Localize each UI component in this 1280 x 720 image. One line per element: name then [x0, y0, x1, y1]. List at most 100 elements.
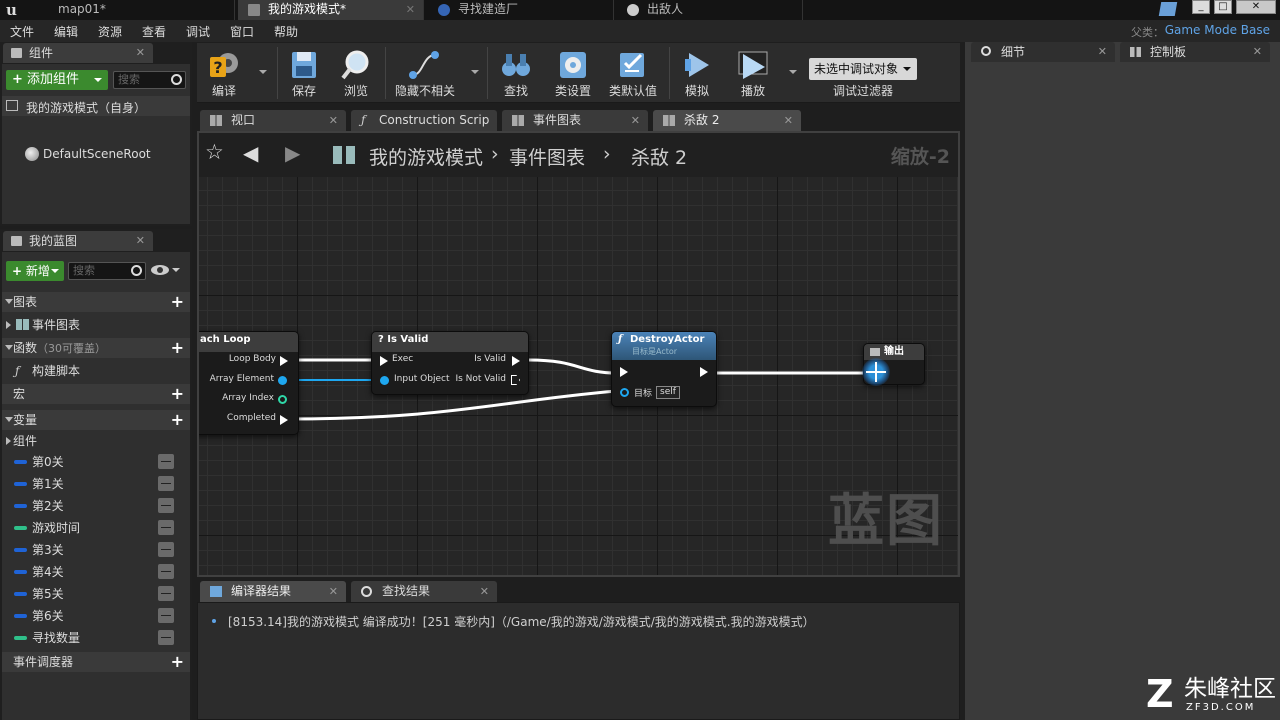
variable-visibility-eye-icon[interactable]	[158, 586, 174, 601]
variable-visibility-eye-icon[interactable]	[158, 630, 174, 645]
section-variables[interactable]: 变量 +	[2, 410, 190, 430]
view-options-eye-icon[interactable]	[151, 265, 169, 275]
pin-input-object[interactable]	[380, 376, 389, 385]
breadcrumb-root[interactable]: 我的游戏模式	[369, 143, 483, 170]
tab-palette[interactable]: 控制板 ✕	[1120, 42, 1270, 62]
pin-is-valid[interactable]	[512, 356, 520, 366]
pin-target[interactable]	[620, 388, 629, 397]
variable-item[interactable]: 第6关	[2, 606, 180, 626]
variable-item[interactable]: 游戏时间	[2, 518, 180, 538]
variable-item[interactable]: 第0关	[2, 452, 180, 472]
section-functions[interactable]: 函数（30可覆盖） +	[2, 338, 190, 358]
node-foreach-loop[interactable]: ach Loop Loop Body Array Element Array I…	[199, 331, 299, 435]
forward-arrow-icon[interactable]: ▶	[285, 141, 300, 165]
add-function-icon[interactable]: +	[171, 338, 184, 358]
debug-object-select[interactable]: 未选中调试对象	[809, 58, 917, 80]
section-event-dispatchers[interactable]: 事件调度器 +	[2, 652, 190, 672]
pin-exec-in[interactable]	[620, 367, 628, 377]
breadcrumb-event-graph[interactable]: 事件图表	[509, 143, 585, 170]
add-macro-icon[interactable]: +	[171, 384, 184, 404]
variable-item[interactable]: 第3关	[2, 540, 180, 560]
component-default-scene-root[interactable]: DefaultSceneRoot	[2, 144, 190, 164]
add-event-dispatcher-icon[interactable]: +	[171, 652, 184, 672]
blueprint-search-input[interactable]: 搜索	[68, 262, 146, 280]
chevron-down-icon[interactable]	[172, 268, 180, 272]
pin-exec-out[interactable]	[700, 367, 708, 377]
browse-button[interactable]: 浏览	[333, 45, 379, 101]
close-icon[interactable]: ✕	[136, 43, 145, 63]
variable-item[interactable]: 第4关	[2, 562, 180, 582]
tab-find-factory[interactable]: 寻找建造厂	[428, 0, 614, 20]
tab-components[interactable]: 组件 ✕	[3, 43, 153, 63]
tab-construction-script[interactable]: ƒ Construction Scrip	[351, 110, 497, 131]
component-root-row[interactable]: 我的游戏模式（自身）	[2, 96, 190, 116]
close-window-button[interactable]: ✕	[1236, 0, 1276, 14]
pin-loop-body[interactable]	[280, 356, 288, 366]
compiler-log-message[interactable]: [8153.14]我的游戏模式 编译成功！[251 毫秒内]（/Game/我的游…	[228, 613, 815, 630]
minimize-button[interactable]: _	[1192, 0, 1210, 14]
section-macros[interactable]: 宏 +	[2, 384, 190, 404]
variable-visibility-eye-icon[interactable]	[158, 520, 174, 535]
class-defaults-button[interactable]: 类默认值	[601, 45, 665, 101]
components-search-input[interactable]: 搜索	[113, 71, 186, 89]
tab-map01[interactable]: map01*	[30, 0, 235, 20]
close-icon[interactable]: ✕	[1253, 42, 1262, 62]
tab-kill-enemy-2[interactable]: 杀敌 2 ✕	[653, 110, 801, 131]
target-self-value[interactable]: self	[656, 386, 680, 399]
maximize-button[interactable]: □	[1214, 0, 1232, 14]
hide-unrelated-button[interactable]: 隐藏不相关	[389, 45, 461, 101]
play-button[interactable]: 播放	[727, 45, 779, 101]
close-icon[interactable]: ✕	[1098, 42, 1107, 62]
play-options-dropdown[interactable]	[789, 70, 797, 74]
pin-completed[interactable]	[280, 415, 288, 425]
menu-edit[interactable]: 编辑	[54, 23, 78, 40]
list-item-construction-script[interactable]: ƒ 构建脚本	[12, 361, 190, 381]
hide-unrelated-dropdown[interactable]	[471, 70, 479, 74]
pin-is-not-valid[interactable]	[511, 375, 520, 385]
pin-array-index[interactable]	[278, 395, 287, 404]
back-arrow-icon[interactable]: ◀	[243, 141, 258, 165]
add-component-button[interactable]: + 添加组件	[6, 70, 108, 90]
save-button[interactable]: 保存	[281, 45, 327, 101]
breadcrumb-function[interactable]: 杀敌 2	[631, 143, 687, 170]
menu-asset[interactable]: 资源	[98, 23, 122, 40]
variable-visibility-eye-icon[interactable]	[158, 476, 174, 491]
tab-find-results[interactable]: 查找结果 ✕	[351, 581, 497, 602]
close-icon[interactable]: ✕	[329, 581, 338, 602]
collab-icon[interactable]	[1158, 2, 1178, 16]
menu-file[interactable]: 文件	[10, 23, 34, 40]
parent-class-link[interactable]: Game Mode Base	[1165, 23, 1270, 37]
tab-my-blueprint[interactable]: 我的蓝图 ✕	[3, 231, 153, 251]
tab-details[interactable]: 细节 ✕	[971, 42, 1115, 62]
new-button[interactable]: + 新增	[6, 261, 64, 281]
variable-visibility-eye-icon[interactable]	[158, 542, 174, 557]
pin-exec-in[interactable]	[380, 356, 388, 366]
close-icon[interactable]: ✕	[631, 110, 640, 131]
variable-visibility-eye-icon[interactable]	[158, 498, 174, 513]
node-destroy-actor[interactable]: ƒ DestroyActor 目标是Actor 目标 self	[611, 331, 717, 407]
variable-item[interactable]: 第1关	[2, 474, 180, 494]
menu-debug[interactable]: 调试	[186, 23, 210, 40]
class-settings-button[interactable]: 类设置	[547, 45, 599, 101]
add-graph-icon[interactable]: +	[171, 292, 184, 312]
compile-options-dropdown[interactable]	[259, 70, 267, 74]
menu-view[interactable]: 查看	[142, 23, 166, 40]
find-button[interactable]: 查找	[491, 45, 541, 101]
close-icon[interactable]: ✕	[784, 110, 793, 131]
close-icon[interactable]: ✕	[480, 581, 489, 602]
variable-item[interactable]: 寻找数量	[2, 628, 180, 648]
close-icon[interactable]: ✕	[136, 231, 145, 251]
tab-spawn-enemy[interactable]: 出敌人	[617, 0, 803, 20]
close-icon[interactable]: ✕	[329, 110, 338, 131]
variable-visibility-eye-icon[interactable]	[158, 454, 174, 469]
variable-visibility-eye-icon[interactable]	[158, 608, 174, 623]
graph-canvas[interactable]: 蓝图 ach Loop Loop Body Array Element Arra…	[199, 177, 958, 575]
simulate-button[interactable]: 模拟	[673, 45, 721, 101]
graph-editor[interactable]: ☆ ◀ ▶ 我的游戏模式 › 事件图表 › 杀敌 2 缩放-2 蓝图 ach L…	[197, 131, 960, 577]
node-output[interactable]: 输出	[862, 343, 925, 386]
variable-visibility-eye-icon[interactable]	[158, 564, 174, 579]
add-variable-icon[interactable]: +	[171, 410, 184, 430]
section-graphs[interactable]: 图表 +	[2, 292, 190, 312]
variable-item[interactable]: 第2关	[2, 496, 180, 516]
favorite-star-icon[interactable]: ☆	[205, 140, 224, 164]
